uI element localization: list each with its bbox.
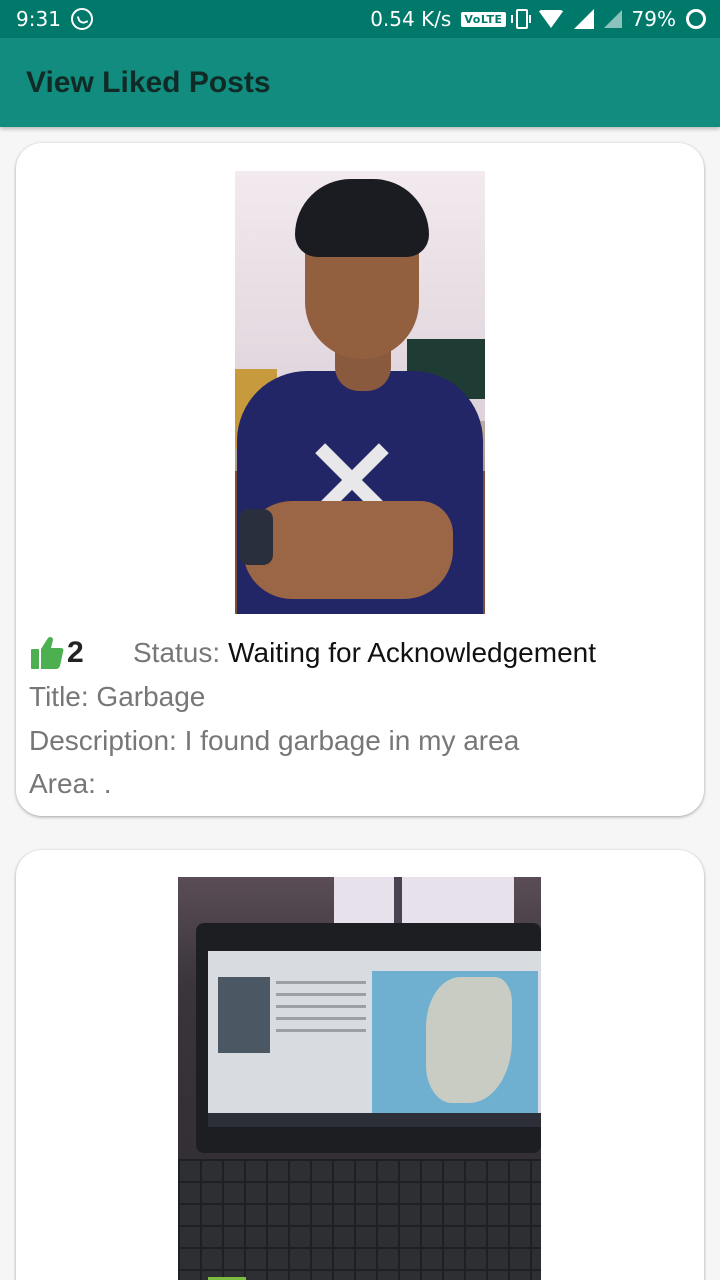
wifi-icon (537, 10, 564, 28)
post-description: Description: I found garbage in my area (29, 725, 520, 756)
photo-screen-panel (218, 977, 270, 1053)
photo-arm (243, 501, 453, 599)
status-left: 9:31 (16, 7, 93, 31)
status-right: 0.54 K/s VoLTE 79% (370, 7, 706, 31)
volte-badge: VoLTE (461, 11, 506, 27)
photo-screen-taskbar (208, 1113, 541, 1127)
photo-keyboard (178, 1159, 541, 1280)
battery-ring-icon (686, 9, 706, 29)
thumbs-up-icon[interactable] (29, 635, 65, 671)
photo-watch (239, 509, 273, 565)
signal-icon (573, 9, 594, 29)
post-photo[interactable] (235, 171, 485, 614)
network-speed: 0.54 K/s (370, 7, 452, 31)
post-status-row: 2 Status: Waiting for Acknowledgement (29, 633, 684, 673)
post-card[interactable] (16, 850, 704, 1280)
signal-empty-icon (603, 10, 622, 28)
photo-screen-text (276, 981, 366, 1041)
photo-window (334, 877, 514, 925)
page-title: View Liked Posts (26, 65, 271, 99)
post-photo[interactable] (178, 877, 541, 1280)
post-title: Title: Garbage (29, 681, 206, 712)
whatsapp-icon (70, 8, 93, 30)
status-label: Status: (133, 637, 221, 668)
status-value: Waiting for Acknowledgement (228, 637, 596, 668)
post-card[interactable]: 2 Status: Waiting for Acknowledgement Ti… (16, 143, 704, 816)
status-time: 9:31 (16, 7, 61, 31)
app-bar: View Liked Posts (0, 38, 720, 127)
like-count: 2 (67, 636, 84, 669)
status-bar: 9:31 0.54 K/s VoLTE 79% (0, 0, 720, 38)
photo-screen-map-land (426, 977, 512, 1103)
post-area: Area: . (29, 768, 112, 799)
battery-percent: 79% (631, 7, 676, 31)
vibrate-icon (510, 9, 531, 29)
